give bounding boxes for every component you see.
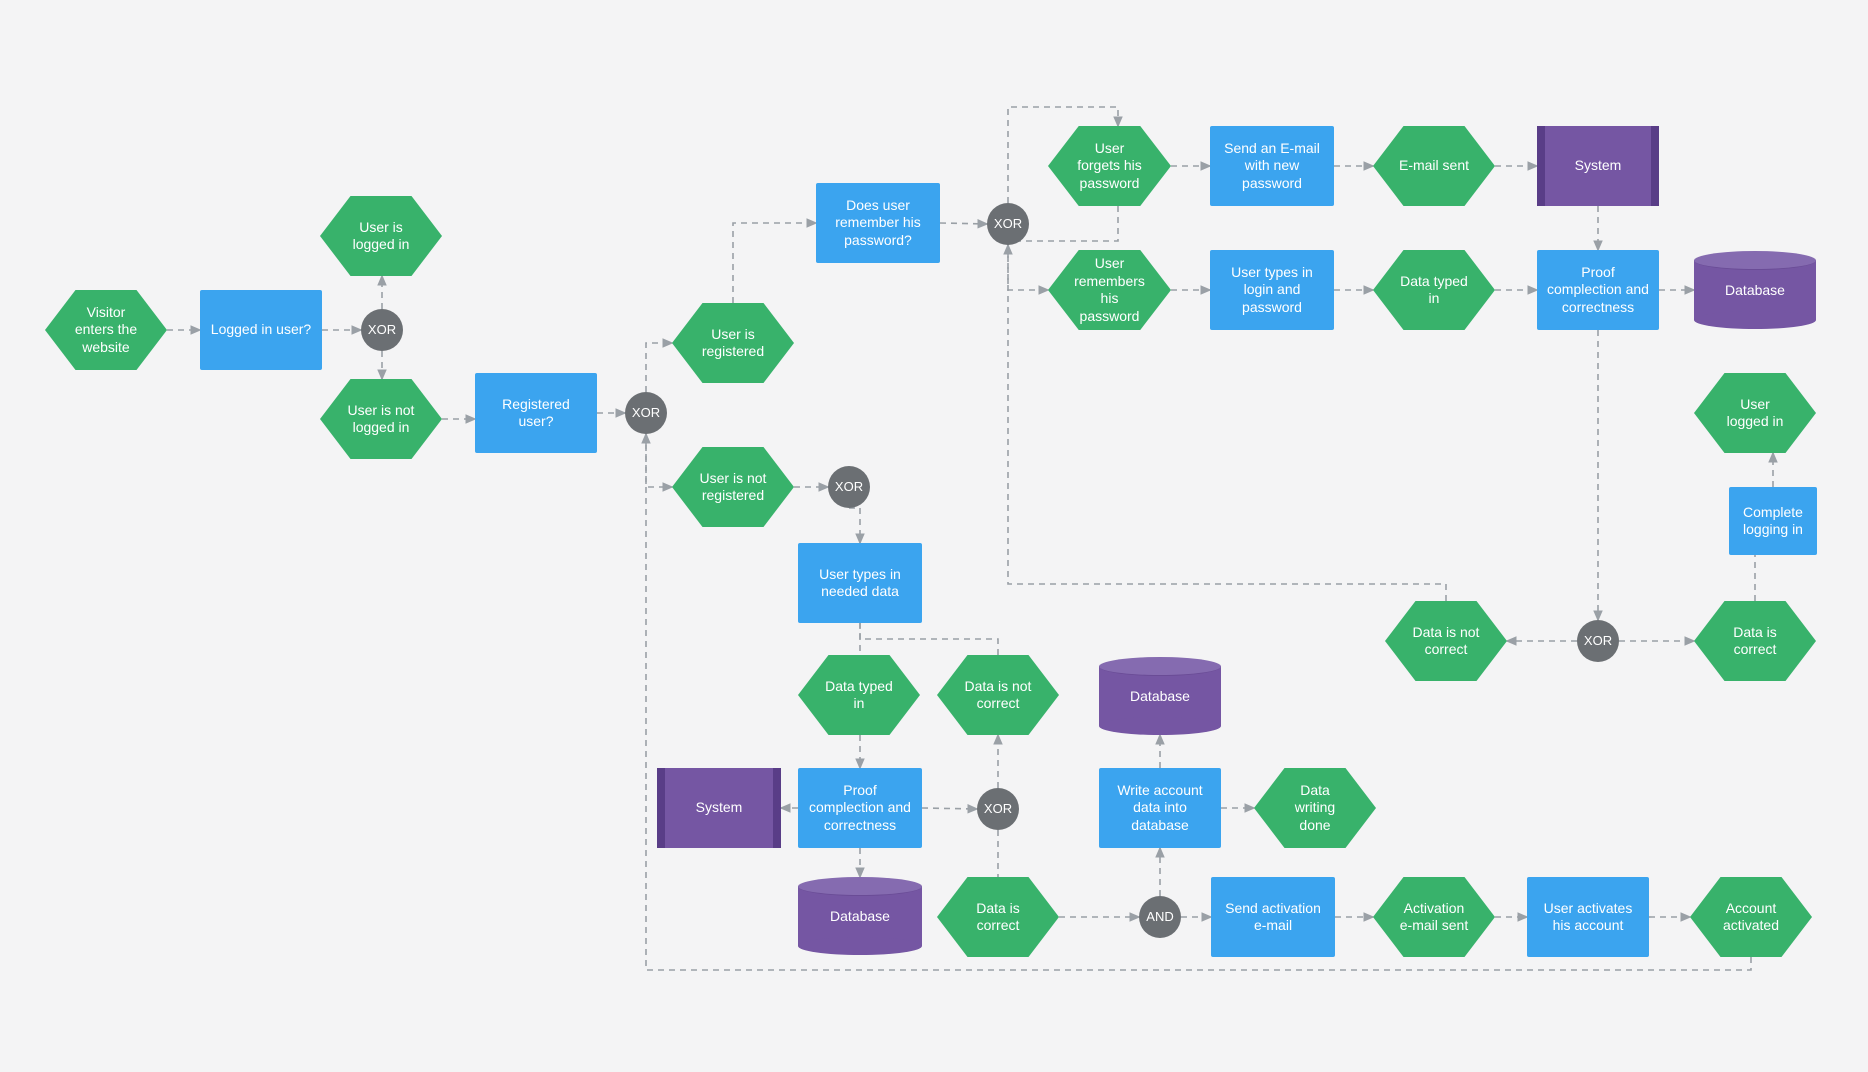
cylinder-label: Database (798, 886, 922, 946)
node-system-top: System (1537, 126, 1659, 206)
node-xor2: XOR (625, 392, 667, 434)
node-write-db: Write account data into database (1099, 768, 1221, 848)
node-types-needed: User types in needed data (798, 543, 922, 623)
edge (646, 343, 672, 392)
node-xor6: XOR (977, 788, 1019, 830)
node-proof-bottom: Proof complection and correctness (798, 768, 922, 848)
cylinder-label: Database (1099, 666, 1221, 726)
edge (922, 808, 977, 809)
edge (940, 223, 987, 224)
node-send-email-pw: Send an E-mail with new password (1210, 126, 1334, 206)
node-db-mid: Database (1099, 666, 1221, 726)
node-xor3: XOR (828, 466, 870, 508)
edge (1008, 245, 1048, 290)
edge (646, 434, 672, 487)
diagram-canvas: Visitor enters the websiteLogged in user… (0, 0, 1868, 1072)
node-user-activates: User activates his account (1527, 877, 1649, 957)
edge (849, 508, 860, 543)
node-logged-in-q: Logged in user? (200, 290, 322, 370)
node-remember-q: Does user remember his password? (816, 183, 940, 263)
node-registered-q: Registered user? (475, 373, 597, 453)
node-xor4: XOR (987, 203, 1029, 245)
node-send-activation: Send activation e-mail (1211, 877, 1335, 957)
node-and1: AND (1139, 896, 1181, 938)
cylinder-label: Database (1694, 260, 1816, 320)
edge (860, 623, 998, 655)
node-types-login: User types in login and password (1210, 250, 1334, 330)
node-db-bottom: Database (798, 886, 922, 946)
edge (733, 223, 816, 303)
node-db-top: Database (1694, 260, 1816, 320)
node-xor5: XOR (1577, 620, 1619, 662)
node-system-bottom: System (657, 768, 781, 848)
node-complete-login: Complete logging in (1729, 487, 1817, 555)
node-xor1: XOR (361, 309, 403, 351)
node-proof-top: Proof complection and correctness (1537, 250, 1659, 330)
